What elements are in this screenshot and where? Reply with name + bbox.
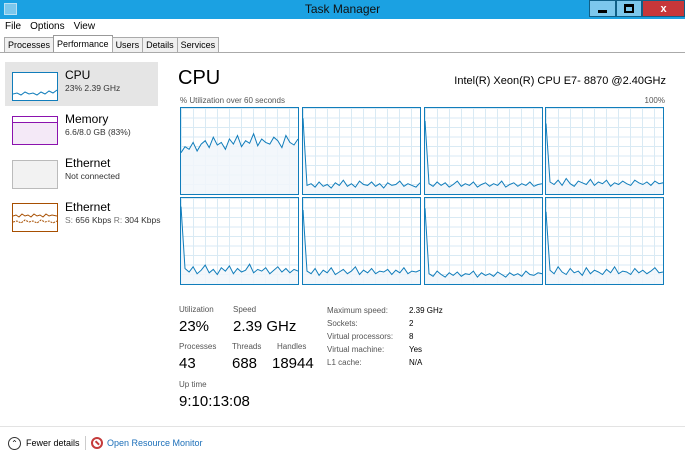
memory-thumbnail bbox=[12, 116, 58, 145]
cpu-core-line bbox=[303, 209, 420, 277]
sidebar-item-label: Ethernet bbox=[65, 156, 111, 170]
footer-separator bbox=[85, 436, 86, 450]
utilization-max: 100% bbox=[644, 96, 665, 105]
cpu-core-graph bbox=[545, 197, 664, 285]
detail-value: 8 bbox=[409, 332, 414, 341]
processes-value: 43 bbox=[179, 355, 196, 372]
receive-value: 304 Kbps bbox=[124, 215, 161, 225]
sidebar-item-cpu[interactable]: CPU 23% 2.39 GHz bbox=[5, 62, 158, 106]
menu-options[interactable]: Options bbox=[25, 19, 68, 35]
detail-value: N/A bbox=[409, 358, 423, 367]
cpu-core-graph bbox=[180, 107, 299, 195]
tab-processes[interactable]: Processes bbox=[4, 37, 55, 52]
cpu-core-line bbox=[181, 206, 298, 276]
tab-services[interactable]: Services bbox=[176, 37, 220, 52]
cpu-core-graph bbox=[424, 107, 543, 195]
sidebar-item-label: CPU bbox=[65, 68, 91, 82]
chevron-up-icon[interactable]: ⌃ bbox=[8, 437, 21, 450]
cpu-core-line bbox=[425, 208, 542, 278]
cpu-core-line bbox=[303, 118, 420, 189]
cpu-core-plot bbox=[181, 206, 298, 284]
uptime-label: Up time bbox=[179, 380, 207, 389]
handles-label: Handles bbox=[277, 342, 307, 351]
sidebar-item-memory[interactable]: Memory 6.6/8.0 GB (83%) bbox=[5, 106, 158, 150]
cpu-core-graph bbox=[545, 107, 664, 195]
detail-label: Virtual processors: bbox=[327, 332, 394, 341]
cpu-core-graph bbox=[180, 197, 299, 285]
sidebar-item-sub: Not connected bbox=[65, 171, 120, 181]
uptime-value: 9:10:13:08 bbox=[179, 393, 250, 410]
detail-value: 2.39 GHz bbox=[409, 306, 443, 315]
speed-label: Speed bbox=[233, 305, 257, 314]
sidebar: CPU 23% 2.39 GHz Memory 6.6/8.0 GB (83%)… bbox=[0, 53, 163, 425]
cpu-core-plot bbox=[303, 209, 420, 284]
cpu-thumbnail-graph bbox=[12, 89, 58, 96]
detail-label: L1 cache: bbox=[327, 358, 362, 367]
cpu-core-plot bbox=[546, 211, 663, 284]
ethernet-thumbnail bbox=[12, 160, 58, 189]
detail-value: 2 bbox=[409, 319, 414, 328]
maximize-button[interactable] bbox=[616, 0, 642, 17]
cpu-core-plot bbox=[303, 118, 420, 194]
sidebar-item-sub: 23% 2.39 GHz bbox=[65, 83, 121, 93]
memory-fill bbox=[13, 122, 57, 144]
utilization-caption: % Utilization over 60 seconds bbox=[180, 96, 285, 105]
handles-value: 18944 bbox=[272, 355, 314, 372]
speed-value: 2.39 GHz bbox=[233, 318, 297, 335]
minimize-button[interactable] bbox=[589, 0, 616, 17]
window-title: Task Manager bbox=[304, 2, 381, 16]
send-label: S: bbox=[65, 215, 74, 225]
detail-value: Yes bbox=[409, 345, 423, 354]
ethernet-thumbnail-graph bbox=[12, 213, 58, 224]
maximize-icon bbox=[624, 4, 634, 13]
tab-users[interactable]: Users bbox=[111, 37, 144, 52]
sidebar-item-ethernet-2[interactable]: Ethernet S: 656 Kbps R: 304 Kbps bbox=[5, 194, 161, 238]
sidebar-item-label: Memory bbox=[65, 112, 109, 126]
processes-label: Processes bbox=[179, 342, 217, 351]
cpu-core-graph bbox=[302, 197, 421, 285]
tab-strip: Processes Performance Users Details Serv… bbox=[4, 35, 220, 53]
sidebar-item-label: Ethernet bbox=[65, 200, 111, 214]
title-bar: Task Manager x bbox=[0, 0, 685, 19]
sidebar-item-sub: 6.6/8.0 GB (83%) bbox=[65, 127, 131, 137]
menu-bar: File Options View bbox=[0, 19, 685, 35]
cpu-core-plot bbox=[425, 120, 542, 194]
minimize-icon bbox=[598, 10, 607, 13]
detail-label: Maximum speed: bbox=[327, 306, 388, 315]
resource-monitor-icon bbox=[91, 437, 103, 449]
sidebar-item-sub: S: 656 Kbps R: 304 Kbps bbox=[65, 215, 161, 225]
page-title: CPU bbox=[178, 67, 221, 89]
cpu-core-line bbox=[425, 120, 542, 188]
cpu-core-area bbox=[181, 133, 298, 194]
ethernet-2-thumbnail bbox=[12, 203, 58, 232]
fewer-details-button[interactable]: Fewer details bbox=[26, 438, 80, 448]
sidebar-item-ethernet-1[interactable]: Ethernet Not connected bbox=[5, 150, 158, 194]
utilization-label: Utilization bbox=[179, 305, 214, 314]
cpu-core-plot bbox=[546, 123, 663, 194]
receive-label: R: bbox=[113, 215, 123, 225]
threads-label: Threads bbox=[232, 342, 262, 351]
utilization-value: 23% bbox=[179, 318, 210, 335]
send-value: 656 Kbps bbox=[75, 215, 112, 225]
detail-label: Sockets: bbox=[327, 319, 358, 328]
close-button[interactable]: x bbox=[642, 0, 685, 17]
threads-value: 688 bbox=[232, 355, 258, 372]
cpu-core-line bbox=[546, 123, 663, 188]
open-resource-monitor-link[interactable]: Open Resource Monitor bbox=[107, 438, 203, 448]
tab-performance[interactable]: Performance bbox=[53, 35, 113, 52]
footer-divider bbox=[0, 426, 685, 427]
cpu-core-plot bbox=[181, 132, 298, 194]
cpu-core-graph bbox=[424, 197, 543, 285]
menu-view[interactable]: View bbox=[69, 19, 100, 35]
cpu-thumbnail bbox=[12, 72, 58, 101]
cpu-core-graph bbox=[302, 107, 421, 195]
cpu-model: Intel(R) Xeon(R) CPU E7- 8870 @2.40GHz bbox=[454, 75, 666, 87]
menu-file[interactable]: File bbox=[0, 19, 25, 35]
cpu-core-area bbox=[425, 120, 542, 194]
cpu-core-plot bbox=[425, 208, 542, 284]
cpu-core-line bbox=[546, 211, 663, 277]
tab-details[interactable]: Details bbox=[142, 37, 178, 52]
detail-label: Virtual machine: bbox=[327, 345, 385, 354]
